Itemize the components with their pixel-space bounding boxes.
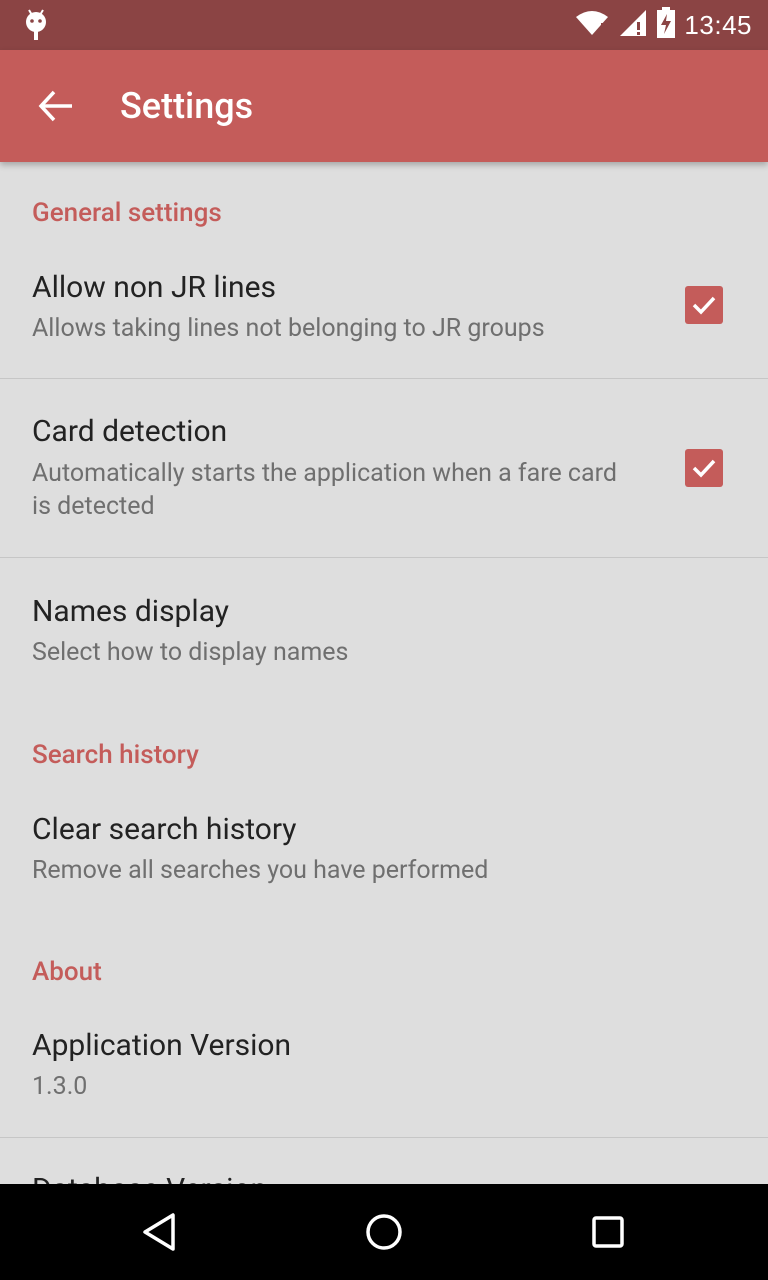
pref-card-detection[interactable]: Card detection Automatically starts the … <box>0 379 768 557</box>
home-circle-icon[interactable] <box>364 1212 404 1252</box>
pref-title: Database Version <box>32 1172 267 1184</box>
back-triangle-icon[interactable] <box>140 1212 180 1252</box>
allow-non-jr-checkbox[interactable] <box>685 286 723 324</box>
navigation-bar <box>0 1184 768 1280</box>
page-title: Settings <box>120 85 254 127</box>
pref-title: Clear search history <box>32 812 297 847</box>
pref-names-display[interactable]: Names display Select how to display name… <box>0 558 768 694</box>
category-about: About <box>32 957 102 987</box>
pref-title: Allow non JR lines <box>32 270 276 305</box>
check-icon <box>692 296 716 315</box>
app-bar: Settings <box>0 50 768 162</box>
category-general-settings: General settings <box>32 198 222 228</box>
arrow-left-icon[interactable] <box>36 86 76 126</box>
check-icon <box>692 459 716 478</box>
recents-square-icon[interactable] <box>588 1212 628 1252</box>
card-detection-checkbox[interactable] <box>685 449 723 487</box>
category-search-history: Search history <box>32 740 199 770</box>
wifi-icon <box>574 9 610 41</box>
pref-summary: Automatically starts the application whe… <box>32 459 617 521</box>
android-icon <box>22 8 50 46</box>
battery-charging-icon <box>656 7 676 43</box>
signal-icon <box>618 8 648 42</box>
pref-database-version[interactable]: Database Version <box>0 1138 768 1184</box>
pref-title: Application Version <box>32 1028 292 1063</box>
pref-summary: Select how to display names <box>32 638 349 667</box>
pref-title: Card detection <box>32 414 228 449</box>
pref-summary: 1.3.0 <box>32 1072 88 1101</box>
pref-title: Names display <box>32 594 229 629</box>
pref-clear-search-history[interactable]: Clear search history Remove all searches… <box>0 782 768 912</box>
status-icons: 13:45 <box>574 0 752 50</box>
pref-application-version[interactable]: Application Version 1.3.0 <box>0 1000 768 1136</box>
status-bar: 13:45 <box>0 0 768 50</box>
clock: 13:45 <box>684 9 752 40</box>
pref-allow-non-jr[interactable]: Allow non JR lines Allows taking lines n… <box>0 242 768 378</box>
settings-list: General settings Allow non JR lines Allo… <box>0 162 768 1184</box>
pref-summary: Remove all searches you have performed <box>32 856 489 885</box>
pref-summary: Allows taking lines not belonging to JR … <box>32 314 545 343</box>
